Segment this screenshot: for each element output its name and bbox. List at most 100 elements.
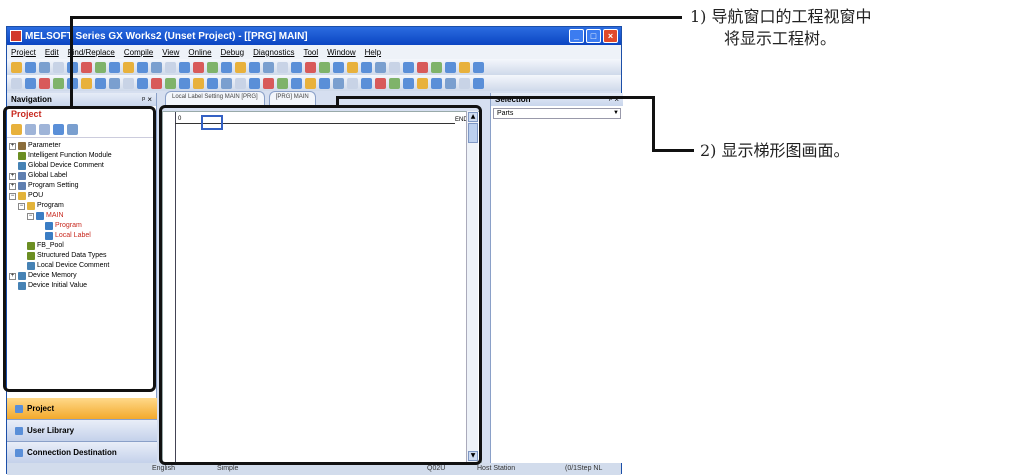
toolbar-icon[interactable] bbox=[333, 77, 344, 89]
toolbar-icon[interactable] bbox=[459, 77, 470, 89]
toolbar-icon[interactable] bbox=[137, 61, 148, 73]
toolbar-icon[interactable] bbox=[375, 77, 386, 89]
menu-tool[interactable]: Tool bbox=[303, 48, 318, 57]
maximize-button[interactable]: □ bbox=[586, 29, 601, 43]
toolbar-icon[interactable] bbox=[277, 77, 288, 89]
toolbar-icon[interactable] bbox=[179, 61, 190, 73]
leader-line-2-vertical-b bbox=[652, 96, 655, 152]
toolbar-icon[interactable] bbox=[473, 77, 484, 89]
toolbar-icon[interactable] bbox=[109, 77, 120, 89]
toolbar-icon[interactable] bbox=[445, 77, 456, 89]
pin-close-icon[interactable]: ᵖ × bbox=[142, 93, 152, 106]
toolbar-icon[interactable] bbox=[417, 77, 428, 89]
close-button[interactable]: × bbox=[603, 29, 618, 43]
toolbar-icon[interactable] bbox=[151, 77, 162, 89]
toolbar-icon[interactable] bbox=[263, 61, 274, 73]
toolbar-icon[interactable] bbox=[333, 61, 344, 73]
menu-diagnostics[interactable]: Diagnostics bbox=[253, 48, 294, 57]
toolbar-icon[interactable] bbox=[151, 61, 162, 73]
toolbar-icon[interactable] bbox=[417, 61, 428, 73]
toolbar-icon[interactable] bbox=[53, 61, 64, 73]
tab-prg-main[interactable]: [PRG] MAIN bbox=[268, 91, 316, 105]
toolbar-icon[interactable] bbox=[11, 61, 22, 73]
toolbar-icon[interactable] bbox=[361, 61, 372, 73]
toolbar-icon[interactable] bbox=[291, 77, 302, 89]
menu-window[interactable]: Window bbox=[327, 48, 355, 57]
toolbar-icon[interactable] bbox=[235, 61, 246, 73]
callout-2-line1: 显示梯形图画面。 bbox=[721, 141, 850, 160]
toolbar-icon[interactable] bbox=[39, 61, 50, 73]
menu-find-replace[interactable]: Find/Replace bbox=[68, 48, 115, 57]
toolbar-icon[interactable] bbox=[431, 77, 442, 89]
toolbar-icon[interactable] bbox=[179, 77, 190, 89]
toolbar-icon[interactable] bbox=[25, 61, 36, 73]
toolbar-icon[interactable] bbox=[347, 77, 358, 89]
toolbar-icon[interactable] bbox=[53, 77, 64, 89]
nav-tab[interactable]: User Library bbox=[7, 420, 157, 442]
menu-online[interactable]: Online bbox=[188, 48, 211, 57]
parts-dropdown[interactable]: Parts ▼ bbox=[493, 108, 621, 119]
toolbar-icon[interactable] bbox=[207, 61, 218, 73]
toolbar-icon[interactable] bbox=[319, 61, 330, 73]
callout-2: 2) 显示梯形图画面。 bbox=[700, 140, 850, 162]
menu-view[interactable]: View bbox=[162, 48, 179, 57]
toolbar-icon[interactable] bbox=[81, 61, 92, 73]
menu-compile[interactable]: Compile bbox=[124, 48, 153, 57]
toolbar-icon[interactable] bbox=[473, 61, 484, 73]
toolbar-icon[interactable] bbox=[95, 77, 106, 89]
nav-tab-label: Connection Destination bbox=[27, 448, 117, 457]
toolbar-icon[interactable] bbox=[11, 77, 22, 89]
status-station: Host Station bbox=[477, 465, 516, 472]
leader-line-2-horizontal-b bbox=[652, 149, 694, 152]
toolbar-icon[interactable] bbox=[165, 77, 176, 89]
toolbar-icon[interactable] bbox=[319, 77, 330, 89]
toolbar-icon[interactable] bbox=[235, 77, 246, 89]
toolbar-icon[interactable] bbox=[221, 61, 232, 73]
nav-tab-icon bbox=[15, 404, 23, 413]
toolbar-icon[interactable] bbox=[81, 77, 92, 89]
toolbar-icon[interactable] bbox=[109, 61, 120, 73]
leader-line-1-horizontal bbox=[70, 16, 682, 19]
toolbar-icon[interactable] bbox=[249, 61, 260, 73]
toolbar-ladder bbox=[7, 75, 621, 91]
toolbar-icon[interactable] bbox=[263, 77, 274, 89]
menu-edit[interactable]: Edit bbox=[45, 48, 59, 57]
toolbar-icon[interactable] bbox=[305, 61, 316, 73]
project-tree-highlight bbox=[3, 106, 156, 392]
status-language: English bbox=[152, 465, 175, 472]
toolbar-icon[interactable] bbox=[347, 61, 358, 73]
toolbar-icon[interactable] bbox=[123, 77, 134, 89]
nav-tab[interactable]: Project bbox=[7, 398, 157, 420]
toolbar-icon[interactable] bbox=[207, 77, 218, 89]
toolbar-icon[interactable] bbox=[165, 61, 176, 73]
toolbar-icon[interactable] bbox=[361, 77, 372, 89]
toolbar-icon[interactable] bbox=[193, 77, 204, 89]
toolbar-icon[interactable] bbox=[403, 77, 414, 89]
toolbar-icon[interactable] bbox=[389, 61, 400, 73]
navigation-title: Navigation bbox=[11, 95, 52, 104]
toolbar-icon[interactable] bbox=[403, 61, 414, 73]
toolbar-icon[interactable] bbox=[25, 77, 36, 89]
minimize-button[interactable]: _ bbox=[569, 29, 584, 43]
tab-local-label[interactable]: Local Label Setting MAIN [PRG] bbox=[165, 91, 265, 105]
toolbar-icon[interactable] bbox=[137, 77, 148, 89]
toolbar-icon[interactable] bbox=[221, 77, 232, 89]
toolbar-icon[interactable] bbox=[375, 61, 386, 73]
menu-project[interactable]: Project bbox=[11, 48, 36, 57]
nav-tab[interactable]: Connection Destination bbox=[7, 442, 157, 464]
toolbar-icon[interactable] bbox=[431, 61, 442, 73]
toolbar-icon[interactable] bbox=[249, 77, 260, 89]
toolbar-icon[interactable] bbox=[193, 61, 204, 73]
toolbar-icon[interactable] bbox=[305, 77, 316, 89]
toolbar-icon[interactable] bbox=[277, 61, 288, 73]
toolbar-icon[interactable] bbox=[123, 61, 134, 73]
selection-close-icon[interactable]: ᵖ × bbox=[609, 93, 619, 106]
menu-debug[interactable]: Debug bbox=[221, 48, 245, 57]
toolbar-icon[interactable] bbox=[389, 77, 400, 89]
toolbar-icon[interactable] bbox=[39, 77, 50, 89]
toolbar-icon[interactable] bbox=[291, 61, 302, 73]
toolbar-icon[interactable] bbox=[95, 61, 106, 73]
menu-help[interactable]: Help bbox=[365, 48, 381, 57]
toolbar-icon[interactable] bbox=[459, 61, 470, 73]
toolbar-icon[interactable] bbox=[445, 61, 456, 73]
